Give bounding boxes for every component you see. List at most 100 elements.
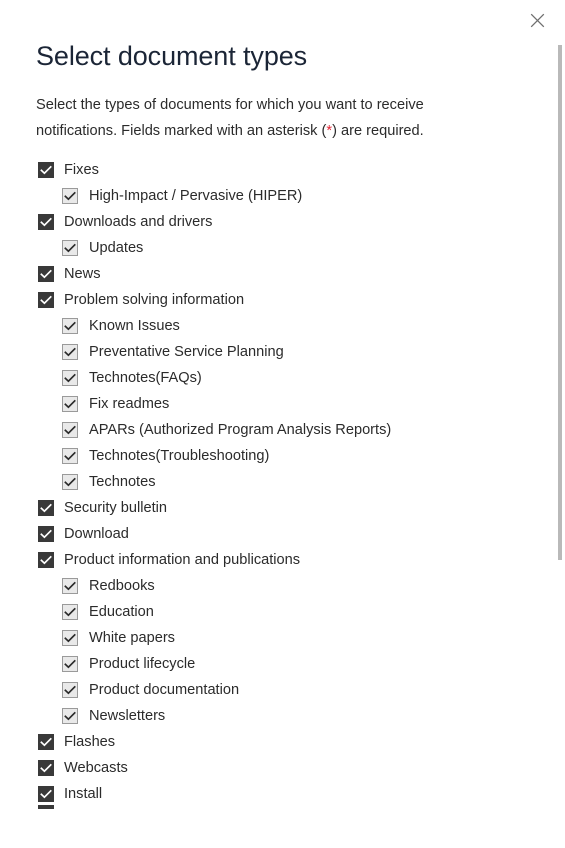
checkbox-checked[interactable]: [38, 526, 54, 542]
document-types-checkbox-list: Fixes High-Impact / Pervasive (HIPER) Down…: [0, 157, 545, 807]
checkbox-checked[interactable]: [38, 266, 54, 282]
checkbox-checked[interactable]: [38, 292, 54, 308]
checkbox-checked[interactable]: [38, 500, 54, 516]
vertical-scrollbar-thumb[interactable]: [558, 45, 562, 560]
checkmark-icon: [64, 685, 76, 695]
checkmark-icon: [64, 581, 76, 591]
checkbox-row[interactable]: Problem solving information: [0, 287, 545, 313]
description-text-after: ) are required.: [332, 122, 424, 139]
checkbox-checked[interactable]: [62, 578, 78, 594]
checkbox-label: Problem solving information: [64, 292, 245, 308]
checkbox-row[interactable]: Education: [0, 599, 545, 625]
checkbox-label: Download: [64, 526, 129, 542]
checkmark-icon: [64, 425, 76, 435]
checkbox-row[interactable]: Flashes: [0, 729, 545, 755]
checkbox-checked[interactable]: [38, 162, 54, 178]
checkbox-checked[interactable]: [62, 656, 78, 672]
checkbox-row[interactable]: Downloads and drivers: [0, 209, 545, 235]
checkmark-icon: [64, 711, 76, 721]
checkmark-icon: [40, 737, 52, 747]
checkbox-row[interactable]: Technotes(Troubleshooting): [0, 443, 545, 469]
checkbox-checked[interactable]: [62, 682, 78, 698]
checkbox-row[interactable]: Fix readmes: [0, 391, 545, 417]
checkmark-icon: [40, 295, 52, 305]
checkbox-row[interactable]: Known Issues: [0, 313, 545, 339]
checkbox-row[interactable]: Preventative Service Planning: [0, 339, 545, 365]
checkbox-label: Flashes: [64, 734, 116, 750]
checkbox-checked[interactable]: [62, 630, 78, 646]
checkbox-checked[interactable]: [62, 474, 78, 490]
checkbox-checked[interactable]: [38, 760, 54, 776]
checkbox-checked[interactable]: [62, 604, 78, 620]
checkmark-icon: [64, 477, 76, 487]
checkbox-label: Downloads and drivers: [64, 214, 213, 230]
checkbox-row[interactable]: Install: [0, 781, 545, 807]
checkbox-checked[interactable]: [38, 214, 54, 230]
checkbox-row[interactable]: Webcasts: [0, 755, 545, 781]
checkbox-label: High-Impact / Pervasive (HIPER): [89, 188, 303, 204]
checkbox-label: Fixes: [64, 162, 99, 178]
checkbox-checked[interactable]: [38, 786, 54, 802]
checkmark-icon: [64, 373, 76, 383]
checkmark-icon: [40, 763, 52, 773]
checkbox-label: News: [64, 266, 101, 282]
checkmark-icon: [40, 555, 52, 565]
checkbox-label: Preventative Service Planning: [89, 344, 284, 360]
checkbox-checked[interactable]: [38, 552, 54, 568]
checkbox-label: Known Issues: [89, 318, 180, 334]
checkmark-icon: [64, 243, 76, 253]
checkbox-row[interactable]: Product information and publications: [0, 547, 545, 573]
checkmark-icon: [64, 451, 76, 461]
checkbox-label: APARs (Authorized Program Analysis Repor…: [89, 422, 392, 438]
checkbox-row[interactable]: Product lifecycle: [0, 651, 545, 677]
checkbox-label: Product information and publications: [64, 552, 301, 568]
checkmark-icon: [64, 321, 76, 331]
checkbox-row[interactable]: Security bulletin: [0, 495, 545, 521]
checkbox-row[interactable]: Download: [0, 521, 545, 547]
checkbox-label: Product documentation: [89, 682, 240, 698]
checkbox-row[interactable]: Technotes(FAQs): [0, 365, 545, 391]
checkmark-icon: [40, 529, 52, 539]
checkbox-checked[interactable]: [62, 708, 78, 724]
checkbox-row[interactable]: Fixes: [0, 157, 545, 183]
checkmark-icon: [40, 789, 52, 799]
checkbox-checked[interactable]: [62, 240, 78, 256]
checkmark-icon: [64, 399, 76, 409]
checkbox-row[interactable]: Newsletters: [0, 703, 545, 729]
checkmark-icon: [40, 165, 52, 175]
checkbox-row[interactable]: APARs (Authorized Program Analysis Repor…: [0, 417, 545, 443]
checkbox-label: Updates: [89, 240, 144, 256]
checkbox-checked[interactable]: [38, 734, 54, 750]
checkbox-label: Security bulletin: [64, 500, 168, 516]
checkmark-icon: [64, 347, 76, 357]
checkbox-checked[interactable]: [62, 370, 78, 386]
checkbox-checked[interactable]: [62, 318, 78, 334]
checkbox-label: Technotes: [89, 474, 156, 490]
checkbox-row[interactable]: Redbooks: [0, 573, 545, 599]
close-icon: [530, 13, 544, 27]
dialog-title: Select document types: [36, 41, 308, 71]
clipped-partial-checkbox: [38, 805, 54, 809]
checkbox-label: Redbooks: [89, 578, 155, 594]
checkbox-checked[interactable]: [62, 396, 78, 412]
checkmark-icon: [40, 503, 52, 513]
checkbox-checked[interactable]: [62, 422, 78, 438]
checkbox-checked[interactable]: [62, 448, 78, 464]
checkmark-icon: [64, 191, 76, 201]
checkmark-icon: [64, 633, 76, 643]
close-icon-button[interactable]: [523, 6, 551, 34]
checkbox-row[interactable]: Product documentation: [0, 677, 545, 703]
checkbox-row[interactable]: Updates: [0, 235, 545, 261]
checkbox-row[interactable]: White papers: [0, 625, 545, 651]
checkbox-label: Newsletters: [89, 708, 166, 724]
checkbox-label: Fix readmes: [89, 396, 170, 412]
checkbox-label: White papers: [89, 630, 175, 646]
checkbox-row[interactable]: Technotes: [0, 469, 545, 495]
checkbox-checked[interactable]: [62, 188, 78, 204]
checkbox-row[interactable]: News: [0, 261, 545, 287]
checkbox-label: Product lifecycle: [89, 656, 196, 672]
checkbox-row[interactable]: High-Impact / Pervasive (HIPER): [0, 183, 545, 209]
checkbox-checked[interactable]: [62, 344, 78, 360]
checkbox-label: Webcasts: [64, 760, 128, 776]
checkmark-icon: [64, 659, 76, 669]
